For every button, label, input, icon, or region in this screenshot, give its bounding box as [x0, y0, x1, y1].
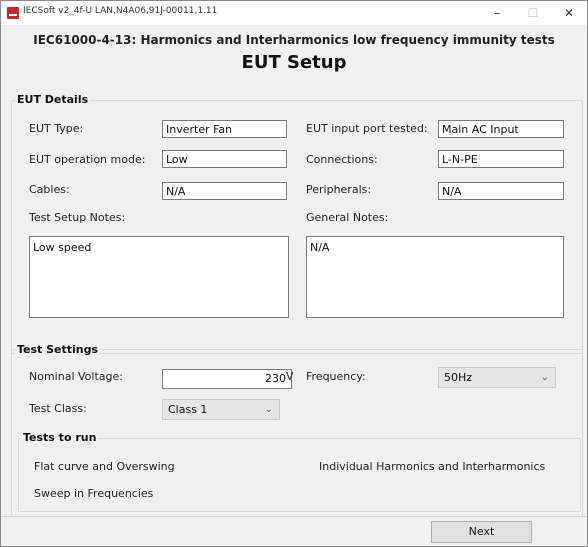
eut-type-input[interactable]: Inverter Fan	[162, 120, 287, 138]
test-class-label: Test Class:	[29, 402, 87, 415]
tests-to-run-legend: Tests to run	[21, 431, 99, 444]
general-notes-label: General Notes:	[306, 211, 389, 224]
setup-notes-label: Test Setup Notes:	[29, 211, 126, 224]
input-port-label: EUT input port tested:	[306, 122, 428, 135]
tests-to-run-group	[18, 438, 581, 512]
frequency-selected-value: 50Hz	[444, 371, 473, 384]
window-title: IECSoft v2_4f-U LAN,N4A06,91J-00011,1.11	[23, 6, 218, 16]
test-class-selected-value: Class 1	[168, 403, 208, 416]
test-item-flat-curve[interactable]: Flat curve and Overswing	[34, 460, 175, 473]
chevron-down-icon: ⌄	[264, 404, 273, 415]
peripherals-input[interactable]: N/A	[438, 182, 564, 200]
next-button[interactable]: Next	[431, 521, 532, 543]
general-notes-textarea[interactable]: N/A	[306, 236, 564, 318]
connections-label: Connections:	[306, 153, 378, 166]
nominal-voltage-label: Nominal Voltage:	[29, 370, 123, 383]
frequency-label: Frequency:	[306, 370, 366, 383]
eut-type-label: EUT Type:	[29, 122, 84, 135]
close-button[interactable]: ✕	[551, 1, 587, 25]
minimize-button[interactable]: –	[479, 1, 515, 25]
peripherals-label: Peripherals:	[306, 183, 372, 196]
operation-mode-label: EUT operation mode:	[29, 153, 146, 166]
title-bar[interactable]: IECSoft v2_4f-U LAN,N4A06,91J-00011,1.11…	[1, 1, 587, 25]
cables-input[interactable]: N/A	[162, 182, 287, 200]
connections-input[interactable]: L-N-PE	[438, 150, 564, 168]
cables-label: Cables:	[29, 183, 70, 196]
test-class-select[interactable]: Class 1 ⌄	[162, 399, 280, 420]
app-logo-icon	[7, 7, 19, 19]
page-title: EUT Setup	[241, 52, 347, 73]
app-window: IECSoft v2_4f-U LAN,N4A06,91J-00011,1.11…	[0, 0, 588, 547]
voltage-unit-label: V	[286, 370, 294, 383]
eut-details-legend: EUT Details	[15, 93, 91, 106]
input-port-input[interactable]: Main AC Input	[438, 120, 564, 138]
test-settings-legend: Test Settings	[15, 343, 101, 356]
operation-mode-input[interactable]: Low	[162, 150, 287, 168]
frequency-select[interactable]: 50Hz ⌄	[438, 367, 556, 388]
chevron-down-icon: ⌄	[540, 372, 549, 383]
setup-notes-textarea[interactable]: Low speed	[29, 236, 289, 318]
main-content: IEC61000-4-13: Harmonics and Interharmon…	[1, 25, 587, 546]
test-item-sweep-frequencies[interactable]: Sweep in Frequencies	[34, 487, 153, 500]
nominal-voltage-input[interactable]: 230	[162, 369, 292, 389]
footer-divider	[1, 516, 587, 517]
page-subtitle: IEC61000-4-13: Harmonics and Interharmon…	[33, 33, 555, 47]
test-item-individual-harmonics[interactable]: Individual Harmonics and Interharmonics	[319, 460, 545, 473]
maximize-button[interactable]: ☐	[515, 1, 551, 25]
